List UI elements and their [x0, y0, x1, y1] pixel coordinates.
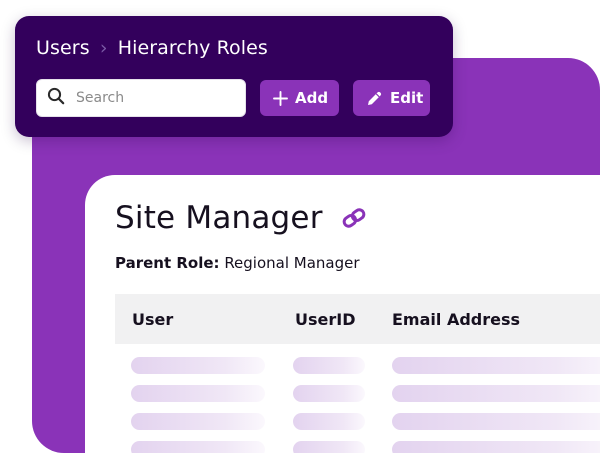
role-detail-card: Site Manager Parent Role: Regional Manag… — [85, 175, 600, 453]
column-header-email[interactable]: Email Address — [392, 310, 520, 329]
add-button[interactable]: Add — [260, 80, 339, 116]
skeleton-cell-userid — [293, 357, 365, 374]
parent-role: Parent Role: Regional Manager — [115, 254, 360, 272]
skeleton-cell-user — [131, 385, 265, 402]
page-title: Site Manager — [115, 200, 323, 236]
title-row: Site Manager — [115, 200, 367, 236]
column-header-userid[interactable]: UserID — [295, 310, 356, 329]
parent-role-label: Parent Role: — [115, 254, 220, 272]
toolbar-actions: Add Edit — [36, 79, 430, 117]
skeleton-cell-user — [131, 413, 265, 430]
search-box[interactable] — [36, 79, 246, 117]
skeleton-cell-userid — [293, 413, 365, 430]
parent-role-value: Regional Manager — [224, 254, 360, 272]
search-input[interactable] — [74, 89, 224, 107]
skeleton-cell-user — [131, 357, 265, 374]
skeleton-cell-email — [392, 357, 600, 374]
app-stage: Users › Hierarchy Roles Search Add Edit … — [0, 0, 600, 453]
skeleton-cell-email — [392, 385, 600, 402]
breadcrumb-separator-icon: › — [99, 37, 108, 59]
breadcrumb-item-users[interactable]: Users — [36, 37, 90, 59]
breadcrumb: Users › Hierarchy Roles — [36, 34, 432, 62]
skeleton-cell-email — [392, 413, 600, 430]
skeleton-cell-userid — [293, 441, 365, 453]
edit-button[interactable]: Edit — [353, 80, 430, 116]
pencil-icon — [366, 90, 383, 107]
search-icon — [47, 87, 65, 109]
breadcrumb-item-hierarchy-roles: Hierarchy Roles — [117, 37, 268, 59]
edit-button-label: Edit — [390, 89, 424, 107]
add-button-label: Add — [295, 89, 329, 107]
plus-icon — [273, 90, 288, 106]
skeleton-cell-email — [392, 441, 600, 453]
toolbar-panel: Users › Hierarchy Roles Search Add Edit — [15, 16, 453, 137]
skeleton-cell-user — [131, 441, 265, 453]
table-header-row: User UserID Email Address — [115, 294, 600, 344]
link-icon[interactable] — [341, 208, 367, 228]
skeleton-cell-userid — [293, 385, 365, 402]
column-header-user[interactable]: User — [132, 310, 173, 329]
